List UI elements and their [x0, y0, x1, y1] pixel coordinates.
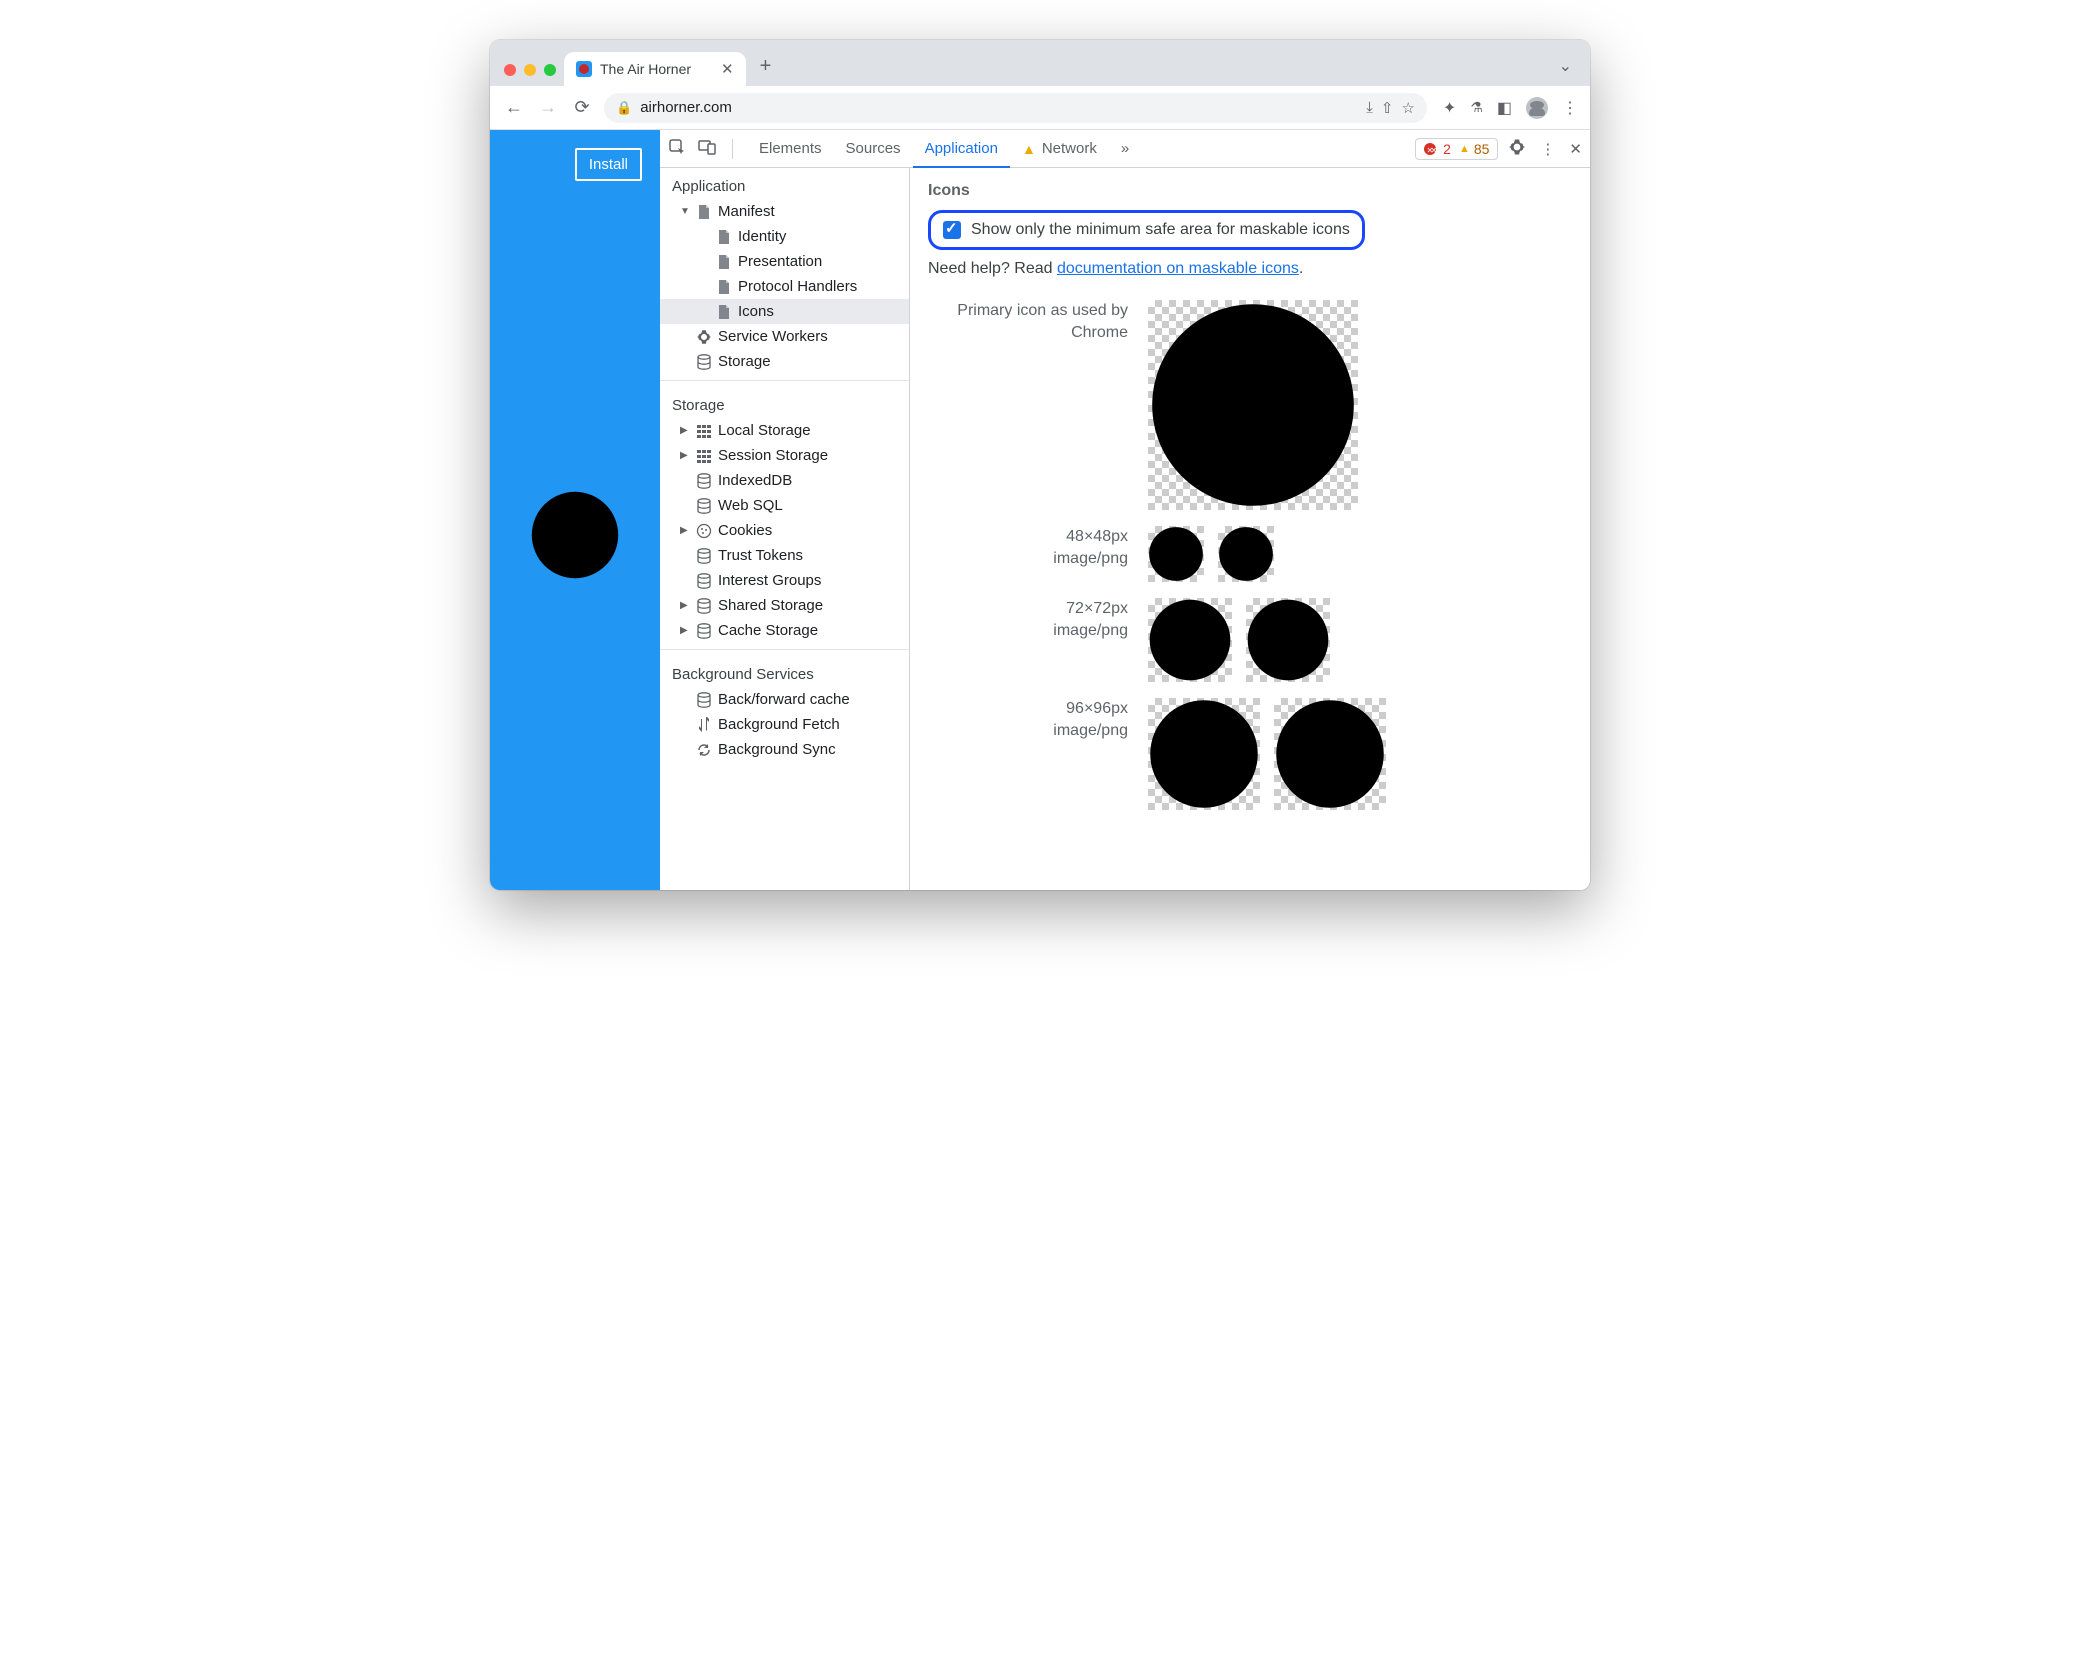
settings-icon[interactable] — [1508, 138, 1526, 160]
devtools: Elements Sources Application ▲Network » … — [660, 130, 1590, 890]
inspect-icon[interactable] — [668, 138, 686, 160]
section-storage: Storage — [660, 387, 909, 418]
devtools-menu-icon[interactable]: ⋮ — [1540, 140, 1555, 158]
minimize-window-icon[interactable] — [524, 64, 536, 76]
tabs-menu-icon[interactable]: ⌄ — [1551, 56, 1580, 86]
page-viewport: Install — [490, 130, 660, 890]
maskable-safe-area-row[interactable]: Show only the minimum safe area for mask… — [928, 210, 1365, 250]
browser-tab[interactable]: The Air Horner ✕ — [564, 52, 746, 86]
primary-icon-preview — [1148, 300, 1358, 510]
close-tab-icon[interactable]: ✕ — [721, 60, 734, 78]
sidebar-item-cookies[interactable]: ▶Cookies — [660, 518, 909, 543]
sidebar-item-web-sql[interactable]: Web SQL — [660, 493, 909, 518]
sidebar-item-presentation[interactable]: Presentation — [660, 249, 909, 274]
maskable-docs-link[interactable]: documentation on maskable icons — [1057, 260, 1299, 277]
tabs-overflow-icon[interactable]: » — [1109, 130, 1141, 168]
device-toggle-icon[interactable] — [698, 138, 716, 160]
maximize-window-icon[interactable] — [544, 64, 556, 76]
help-text: Need help? Read documentation on maskabl… — [928, 260, 1572, 278]
side-panel-icon[interactable]: ◧ — [1497, 98, 1512, 118]
maskable-safe-area-checkbox[interactable] — [943, 221, 961, 239]
maskable-checkbox-label: Show only the minimum safe area for mask… — [971, 221, 1350, 239]
icon-96-preview — [1148, 698, 1260, 810]
sidebar-item-cache-storage[interactable]: ▶Cache Storage — [660, 618, 909, 643]
labs-icon[interactable]: ⚗ — [1470, 99, 1483, 116]
icon-72-label: 72×72pximage/png — [928, 598, 1128, 643]
profile-icon[interactable] — [1526, 97, 1548, 119]
tab-network[interactable]: ▲Network — [1010, 130, 1109, 168]
icon-72-preview — [1148, 598, 1232, 682]
forward-button: → — [536, 97, 560, 118]
share-icon[interactable]: ⇧ — [1381, 99, 1394, 117]
tab-title: The Air Horner — [600, 61, 691, 77]
favicon-icon — [576, 61, 592, 77]
sidebar-item-identity[interactable]: Identity — [660, 224, 909, 249]
sidebar-item-service-workers[interactable]: Service Workers — [660, 324, 909, 349]
install-button[interactable]: Install — [575, 148, 642, 181]
tab-application[interactable]: Application — [913, 130, 1010, 168]
sidebar-item-bg-sync[interactable]: Background Sync — [660, 737, 909, 762]
sidebar-item-protocol-handlers[interactable]: Protocol Handlers — [660, 274, 909, 299]
sidebar-item-local-storage[interactable]: ▶Local Storage — [660, 418, 909, 443]
lock-icon: 🔒 — [616, 100, 632, 116]
icon-72-preview — [1246, 598, 1330, 682]
tab-sources[interactable]: Sources — [834, 130, 913, 168]
sidebar-item-bfcache[interactable]: Back/forward cache — [660, 687, 909, 712]
icons-panel: Icons Show only the minimum safe area fo… — [910, 168, 1590, 890]
address-bar[interactable]: 🔒 airhorner.com ⤓ ⇧ ☆ — [604, 93, 1427, 123]
new-tab-button[interactable]: + — [746, 55, 786, 86]
sidebar-item-app-storage[interactable]: Storage — [660, 349, 909, 374]
icon-96-preview — [1274, 698, 1386, 810]
browser-menu-icon[interactable]: ⋮ — [1562, 98, 1578, 118]
back-button[interactable]: ← — [502, 97, 526, 118]
icon-48-preview — [1218, 526, 1274, 582]
close-devtools-icon[interactable]: ✕ — [1569, 140, 1582, 158]
section-background: Background Services — [660, 656, 909, 687]
reload-button[interactable]: ⟳ — [570, 97, 594, 118]
warning-icon: ▲ — [1022, 141, 1036, 157]
browser-toolbar: ← → ⟳ 🔒 airhorner.com ⤓ ⇧ ☆ ✦ ⚗ ◧ ⋮ — [490, 86, 1590, 130]
close-window-icon[interactable] — [504, 64, 516, 76]
devtools-tabbar: Elements Sources Application ▲Network » … — [660, 130, 1590, 168]
icon-48-preview — [1148, 526, 1204, 582]
url-text: airhorner.com — [640, 99, 732, 116]
sidebar-item-bg-fetch[interactable]: Background Fetch — [660, 712, 909, 737]
extensions-icon[interactable]: ✦ — [1443, 98, 1456, 118]
panel-heading: Icons — [928, 182, 1572, 200]
icon-48-label: 48×48pximage/png — [928, 526, 1128, 571]
sidebar-item-shared-storage[interactable]: ▶Shared Storage — [660, 593, 909, 618]
sidebar-item-manifest[interactable]: ▼Manifest — [660, 199, 909, 224]
application-sidebar: Application ▼Manifest Identity Presentat… — [660, 168, 910, 890]
icon-96-label: 96×96pximage/png — [928, 698, 1128, 743]
install-app-icon[interactable]: ⤓ — [1366, 99, 1373, 116]
browser-tabstrip: The Air Horner ✕ + ⌄ — [490, 40, 1590, 86]
sidebar-item-indexeddb[interactable]: IndexedDB — [660, 468, 909, 493]
console-status[interactable]: 2 85 — [1415, 138, 1498, 160]
airhorn-button[interactable] — [530, 490, 620, 580]
sidebar-item-icons[interactable]: Icons — [660, 299, 909, 324]
section-application: Application — [660, 168, 909, 199]
sidebar-item-interest-groups[interactable]: Interest Groups — [660, 568, 909, 593]
sidebar-item-session-storage[interactable]: ▶Session Storage — [660, 443, 909, 468]
window-controls — [500, 64, 564, 86]
error-count: 2 — [1444, 141, 1451, 157]
primary-icon-label: Primary icon as used byChrome — [928, 300, 1128, 345]
tab-elements[interactable]: Elements — [747, 130, 834, 168]
bookmark-icon[interactable]: ☆ — [1401, 99, 1414, 117]
warning-count: 85 — [1474, 141, 1490, 157]
sidebar-item-trust-tokens[interactable]: Trust Tokens — [660, 543, 909, 568]
